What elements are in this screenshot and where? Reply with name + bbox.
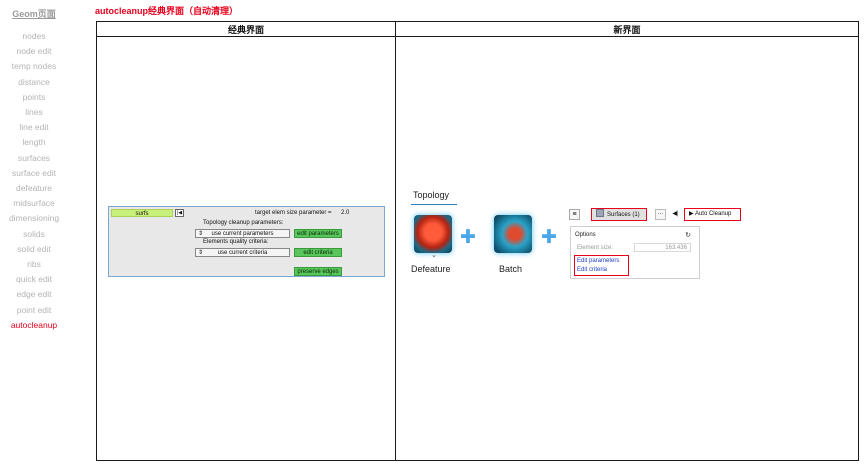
batch-label: Batch [499, 264, 523, 274]
more-options-button[interactable]: ··· [655, 209, 666, 220]
nav-item-distance[interactable]: distance [0, 75, 68, 90]
nav-item-quick-edit[interactable]: quick edit [0, 272, 68, 287]
nav-item-midsurface[interactable]: midsurface [0, 196, 68, 211]
options-links-highlight: Edit parameters Edit criteria [574, 255, 629, 276]
defeature-icon[interactable] [414, 215, 452, 253]
toggle-arrows-icon: ⇕ [198, 231, 204, 237]
tab-topology[interactable]: Topology [413, 190, 449, 200]
nav-item-surfaces[interactable]: surfaces [0, 151, 68, 166]
nav-item-length[interactable]: length [0, 135, 68, 150]
edit-criteria-button[interactable]: edit criteria [294, 248, 342, 257]
edit-parameters-link[interactable]: Edit parameters [577, 258, 619, 264]
surfaces-label: Surfaces (1) [607, 212, 640, 218]
edit-criteria-link[interactable]: Edit criteria [577, 267, 607, 273]
batch-icon[interactable] [494, 215, 532, 253]
use-current-criteria-label: use current criteria [217, 250, 268, 256]
nav-item-edge-edit[interactable]: edge edit [0, 287, 68, 302]
nav-item-autocleanup[interactable]: autocleanup [0, 318, 68, 333]
nav-item-solid-edit[interactable]: solid edit [0, 242, 68, 257]
topology-params-label: Topology cleanup parameters: [203, 220, 284, 226]
plus-icon: ✚ [460, 227, 476, 248]
refresh-icon[interactable]: ↻ [685, 231, 691, 239]
tab-underline [411, 204, 457, 205]
nav-item-dimensioning[interactable]: dimensioning [0, 211, 68, 226]
play-icon: ▶ [689, 211, 694, 217]
defeature-label: Defeature [411, 264, 451, 274]
options-panel: Options ↻ Element size: 163.436 Edit par… [570, 226, 700, 279]
nav-item-points[interactable]: points [0, 90, 68, 105]
auto-cleanup-button[interactable]: ▶ Auto Cleanup [684, 208, 741, 221]
chevron-down-icon[interactable]: ⌄ [431, 251, 437, 259]
nav-item-lines[interactable]: lines [0, 105, 68, 120]
surface-cube-icon [596, 209, 604, 217]
plus-icon: ✚ [541, 227, 557, 248]
header-divider [97, 36, 858, 37]
nav-item-ribs[interactable]: ribs [0, 257, 68, 272]
nav-item-node-edit[interactable]: node edit [0, 44, 68, 59]
surfaces-selector[interactable]: Surfaces (1) [591, 208, 647, 221]
surfs-selector[interactable]: surfs [111, 209, 173, 217]
element-size-field[interactable]: 163.436 [634, 243, 691, 252]
nav-item-defeature[interactable]: defeature [0, 181, 68, 196]
nav-item-line-edit[interactable]: line edit [0, 120, 68, 135]
use-current-parameters-toggle[interactable]: ⇕ use current parameters [195, 229, 290, 238]
classic-autocleanup-panel: surfs |◀ target elem size parameter = 2.… [108, 206, 385, 277]
target-elem-size-label: target elem size parameter = [255, 210, 332, 216]
nav-title[interactable]: Geom页面 [0, 7, 68, 20]
geom-nav: Geom页面 nodes node edit temp nodes distance p… [0, 7, 68, 333]
page-title: autocleanup经典界面（自动清理） [95, 6, 239, 16]
column-divider [395, 22, 396, 460]
element-size-label: Element size: [577, 245, 614, 251]
options-title: Options [575, 232, 596, 238]
preserve-edges-button[interactable]: preserve edges [294, 267, 342, 276]
use-current-criteria-toggle[interactable]: ⇕ use current criteria [195, 248, 290, 257]
toggle-arrows-icon: ⇕ [198, 250, 204, 256]
use-current-parameters-label: use current parameters [211, 231, 274, 237]
edit-parameters-button[interactable]: edit parameters [294, 229, 342, 238]
target-elem-size-value[interactable]: 2.0 [341, 210, 349, 216]
elem-quality-label: Elements quality criteria: [203, 239, 269, 245]
nav-item-nodes[interactable]: nodes [0, 29, 68, 44]
classic-header: 经典界面 [227, 25, 264, 35]
nav-item-temp-nodes[interactable]: temp nodes [0, 59, 68, 74]
skip-back-icon[interactable]: ◀| [670, 209, 681, 220]
nav-item-point-edit[interactable]: point edit [0, 303, 68, 318]
comparison-table: 经典界面 新界面 surfs |◀ target elem size param… [96, 21, 859, 461]
reset-icon[interactable]: |◀ [175, 209, 184, 217]
auto-cleanup-label: Auto Cleanup [694, 211, 732, 217]
new-header: 新界面 [613, 25, 641, 35]
nav-item-solids[interactable]: solids [0, 227, 68, 242]
nav-item-surface-edit[interactable]: surface edit [0, 166, 68, 181]
hamburger-icon[interactable]: ≡ [569, 209, 580, 220]
